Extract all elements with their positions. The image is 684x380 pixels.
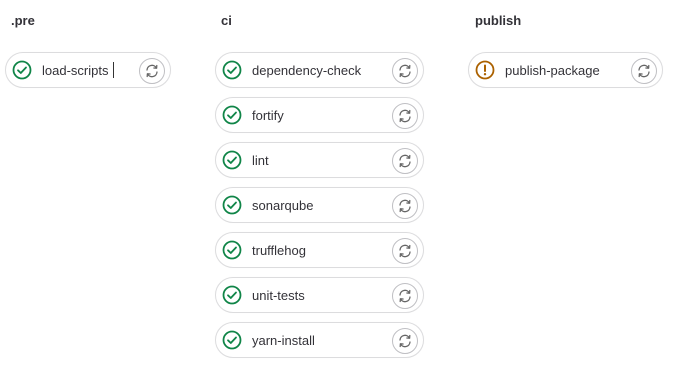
job-name: lint xyxy=(252,153,269,168)
retry-icon xyxy=(399,289,411,303)
retry-button[interactable] xyxy=(392,193,418,219)
job-name: yarn-install xyxy=(252,333,315,348)
job-name: publish-package xyxy=(505,63,600,78)
retry-button[interactable] xyxy=(392,238,418,264)
check-circle-icon xyxy=(222,195,242,215)
retry-button[interactable] xyxy=(392,103,418,129)
job-fortify[interactable]: fortify xyxy=(215,97,424,133)
check-circle-icon xyxy=(222,240,242,260)
job-name: load-scripts xyxy=(42,63,109,78)
job-unit-tests[interactable]: unit-tests xyxy=(215,277,424,313)
retry-icon xyxy=(399,334,411,348)
job-publish-package[interactable]: publish-package xyxy=(468,52,663,88)
job-yarn-install[interactable]: yarn-install xyxy=(215,322,424,358)
check-circle-icon xyxy=(222,60,242,80)
check-circle-icon xyxy=(222,105,242,125)
job-lint[interactable]: lint xyxy=(215,142,424,178)
job-name: dependency-check xyxy=(252,63,362,78)
job-name: trufflehog xyxy=(252,243,306,258)
retry-icon xyxy=(399,244,411,258)
retry-button[interactable] xyxy=(392,148,418,174)
retry-button[interactable] xyxy=(392,283,418,309)
job-load-scripts[interactable]: load-scripts xyxy=(5,52,171,88)
job-dependency-check[interactable]: dependency-check xyxy=(215,52,424,88)
check-circle-icon xyxy=(222,150,242,170)
retry-button[interactable] xyxy=(139,58,165,84)
check-circle-icon xyxy=(222,330,242,350)
retry-icon xyxy=(399,199,411,213)
exclamation-circle-icon xyxy=(475,60,495,80)
job-name: unit-tests xyxy=(252,288,305,303)
job-sonarqube[interactable]: sonarqube xyxy=(215,187,424,223)
stage-title: ci xyxy=(221,13,232,28)
check-circle-icon xyxy=(222,285,242,305)
retry-icon xyxy=(146,64,158,78)
text-cursor xyxy=(113,62,114,78)
job-name: sonarqube xyxy=(252,198,314,213)
retry-icon xyxy=(399,154,411,168)
retry-button[interactable] xyxy=(392,58,418,84)
retry-icon xyxy=(399,109,411,123)
stage-title: publish xyxy=(475,13,522,28)
retry-button[interactable] xyxy=(392,328,418,354)
retry-icon xyxy=(638,64,650,78)
retry-button[interactable] xyxy=(631,58,657,84)
retry-icon xyxy=(399,64,411,78)
check-circle-icon xyxy=(12,60,32,80)
job-trufflehog[interactable]: trufflehog xyxy=(215,232,424,268)
job-name: fortify xyxy=(252,108,284,123)
stage-title: .pre xyxy=(11,13,35,28)
